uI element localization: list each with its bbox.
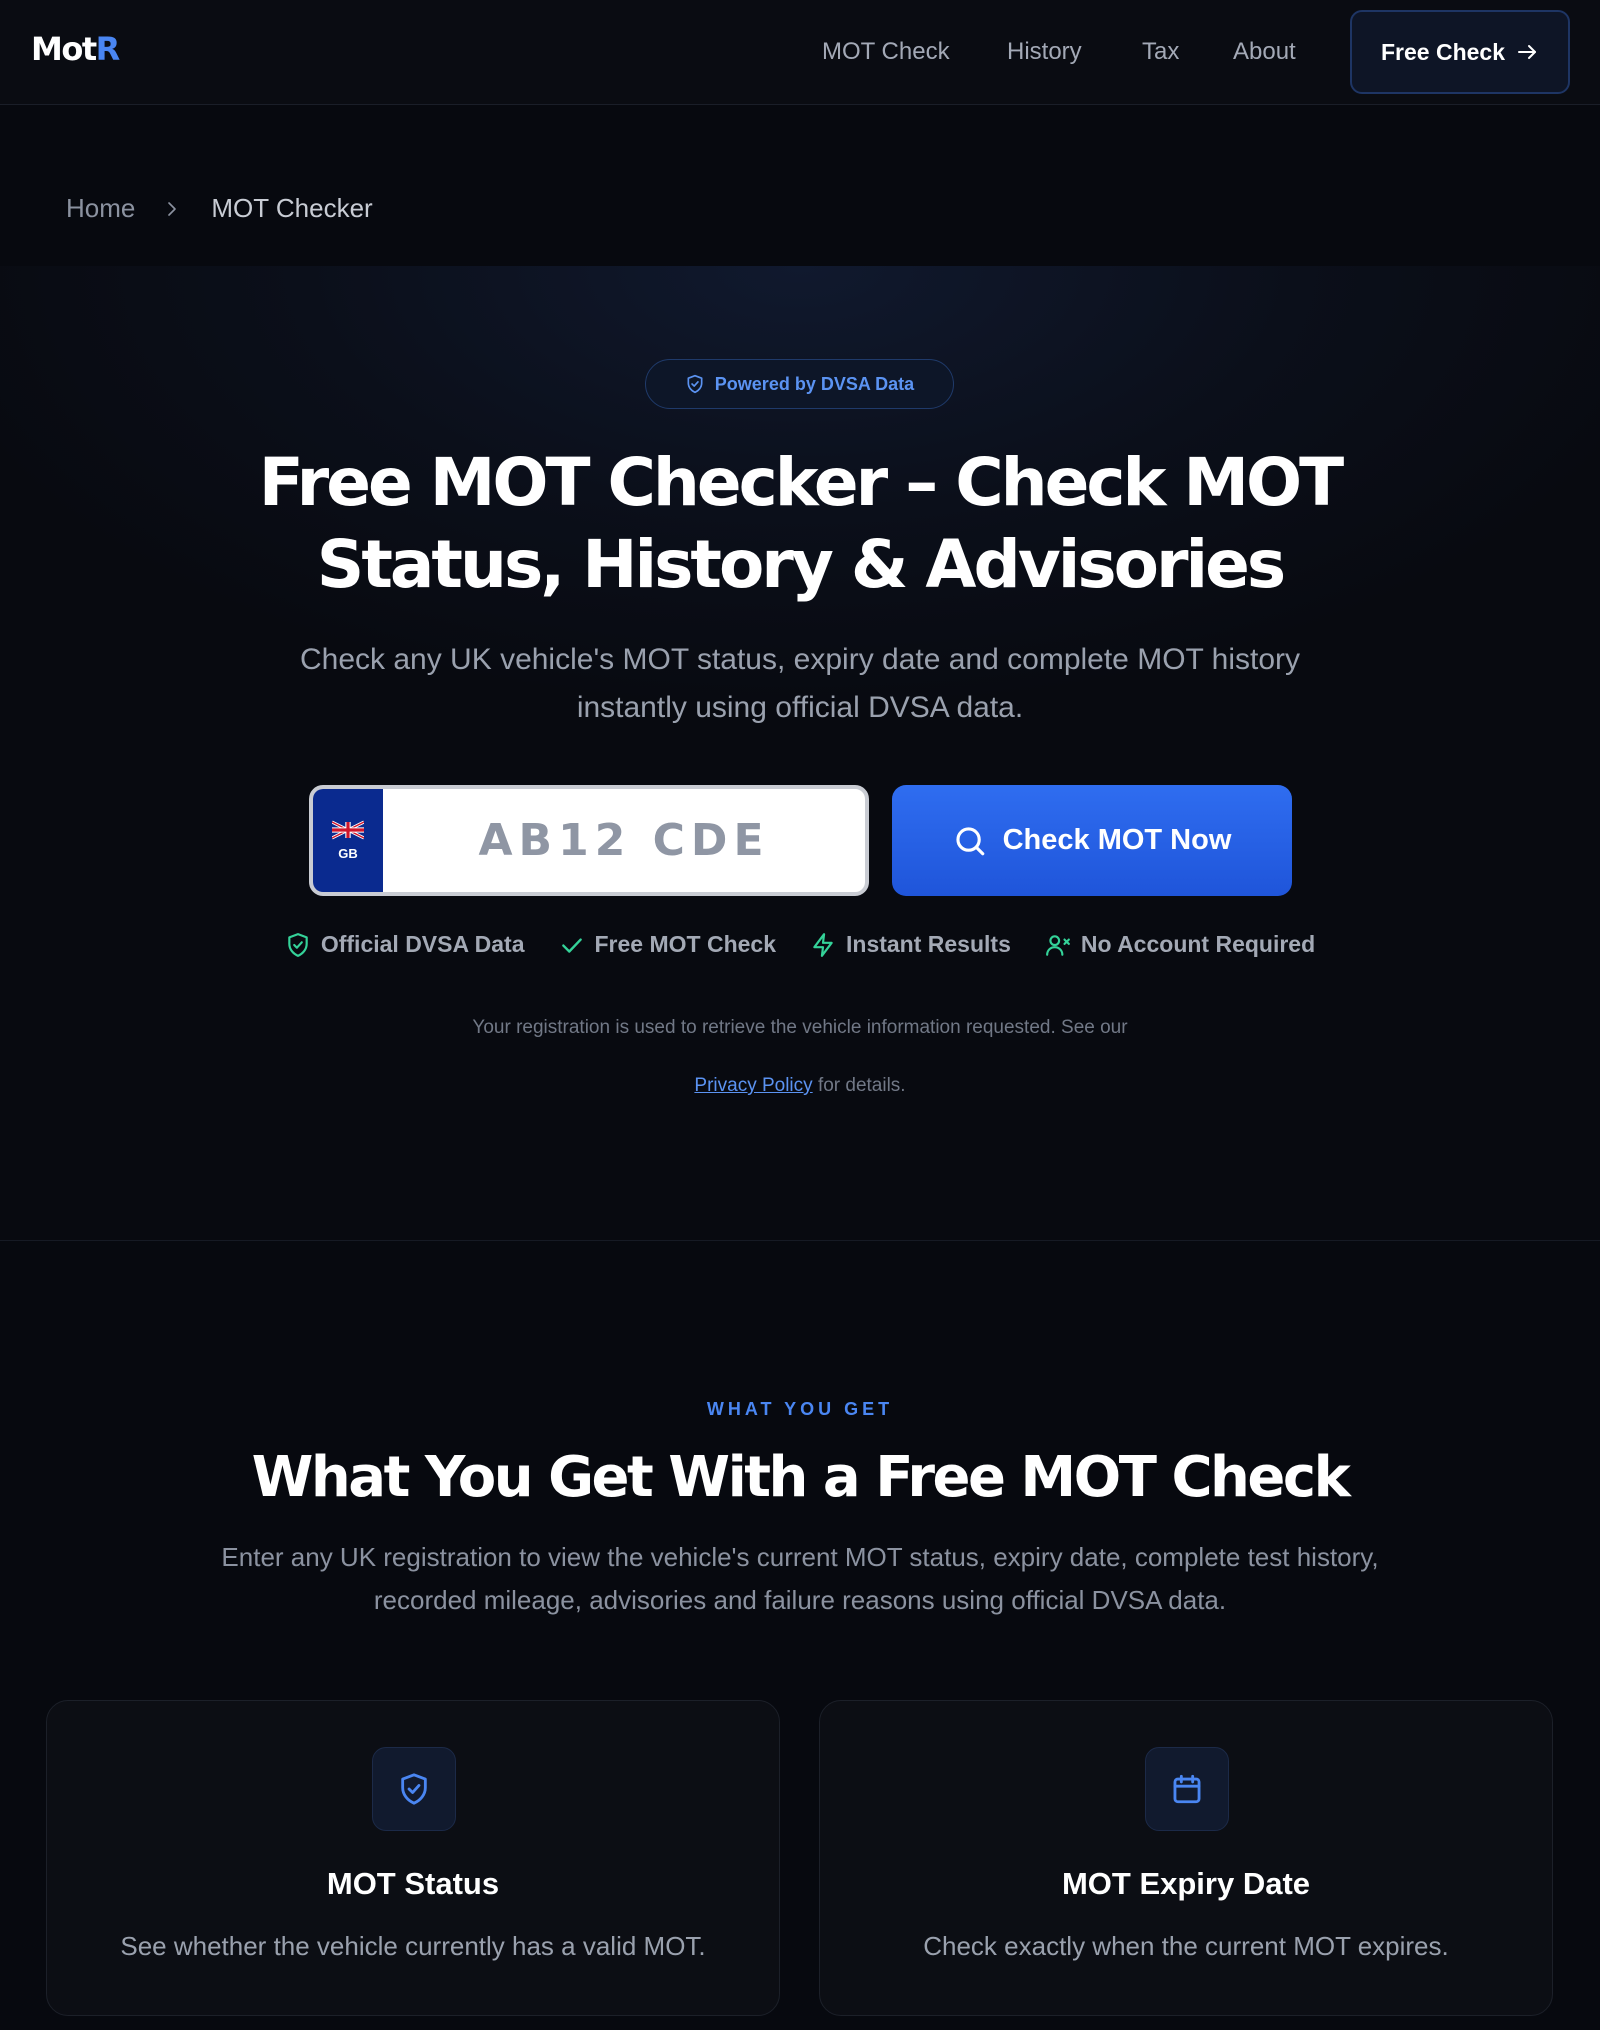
page-title: Free MOT Checker – Check MOT Status, His… xyxy=(258,444,1344,603)
shield-check-icon xyxy=(288,932,308,957)
gb-country-band: GB xyxy=(313,789,383,892)
dvsa-badge: Powered by DVSA Data xyxy=(645,359,954,409)
arrow-right-icon xyxy=(1518,45,1536,59)
badge-label: Powered by DVSA Data xyxy=(714,373,915,394)
section-eyebrow: WHAT YOU GET xyxy=(706,1399,894,1419)
card-title: MOT Expiry Date xyxy=(1061,1866,1311,1901)
card-icon-container xyxy=(372,1747,456,1831)
card-icon-container xyxy=(1145,1747,1229,1831)
free-check-label: Free Check xyxy=(1380,38,1505,65)
breadcrumb-current: MOT Checker xyxy=(211,193,373,223)
card-title: MOT Status xyxy=(326,1866,500,1901)
nav-item-mot-check[interactable]: MOT Check xyxy=(822,38,950,66)
check-mot-label: Check MOT Now xyxy=(1002,824,1232,856)
feature-item: Instant Results xyxy=(810,931,1011,958)
chevron-right-icon xyxy=(163,200,181,218)
card-text: Check exactly when the current MOT expir… xyxy=(923,1931,1449,1961)
check-mot-button[interactable]: Check MOT Now xyxy=(892,785,1292,896)
hero-subtitle: Check any UK vehicle's MOT status, expir… xyxy=(299,643,1301,724)
search-icon xyxy=(955,826,984,855)
union-flag-icon xyxy=(332,820,364,840)
lightning-icon xyxy=(813,932,833,957)
feature-card-mot-status: MOT Status See whether the vehicle curre… xyxy=(46,1700,780,2016)
breadcrumb-home[interactable]: Home xyxy=(66,193,135,224)
plate-country-code: GB xyxy=(338,846,358,861)
card-text: See whether the vehicle currently has a … xyxy=(120,1931,706,1961)
check-icon xyxy=(561,937,582,953)
section-subtitle: Enter any UK registration to view the ve… xyxy=(221,1542,1379,1615)
feature-item: Free MOT Check xyxy=(559,931,776,958)
section-title: What You Get With a Free MOT Check xyxy=(251,1445,1351,1510)
privacy-policy-link[interactable]: Privacy Policy xyxy=(694,1075,812,1096)
shield-check-icon xyxy=(401,1773,427,1805)
privacy-disclaimer: Your registration is used to retrieve th… xyxy=(472,1017,1128,1096)
registration-plate-field: GB xyxy=(309,785,869,896)
nav-item-history[interactable]: History xyxy=(1007,38,1082,66)
user-x-icon xyxy=(1045,934,1070,956)
shield-check-icon xyxy=(687,374,703,394)
registration-input[interactable] xyxy=(383,789,865,892)
hero-section: Powered by DVSA Data Free MOT Checker – … xyxy=(0,266,1600,1241)
free-check-button[interactable]: Free Check xyxy=(1350,10,1570,94)
feature-item: Official DVSA Data xyxy=(285,931,525,958)
breadcrumb: Home MOT Checker xyxy=(66,193,373,224)
feature-list: Official DVSA Data Free MOT Check Instan… xyxy=(0,931,1600,958)
logo[interactable]: MotR xyxy=(31,30,120,68)
feature-item: No Account Required xyxy=(1045,931,1315,958)
top-navigation-bar: MotR MOT Check History Tax About Free Ch… xyxy=(0,0,1600,105)
feature-card-mot-expiry: MOT Expiry Date Check exactly when the c… xyxy=(819,1700,1553,2016)
nav-item-tax[interactable]: Tax xyxy=(1142,38,1179,66)
calendar-icon xyxy=(1173,1774,1201,1804)
nav-item-about[interactable]: About xyxy=(1233,38,1296,66)
